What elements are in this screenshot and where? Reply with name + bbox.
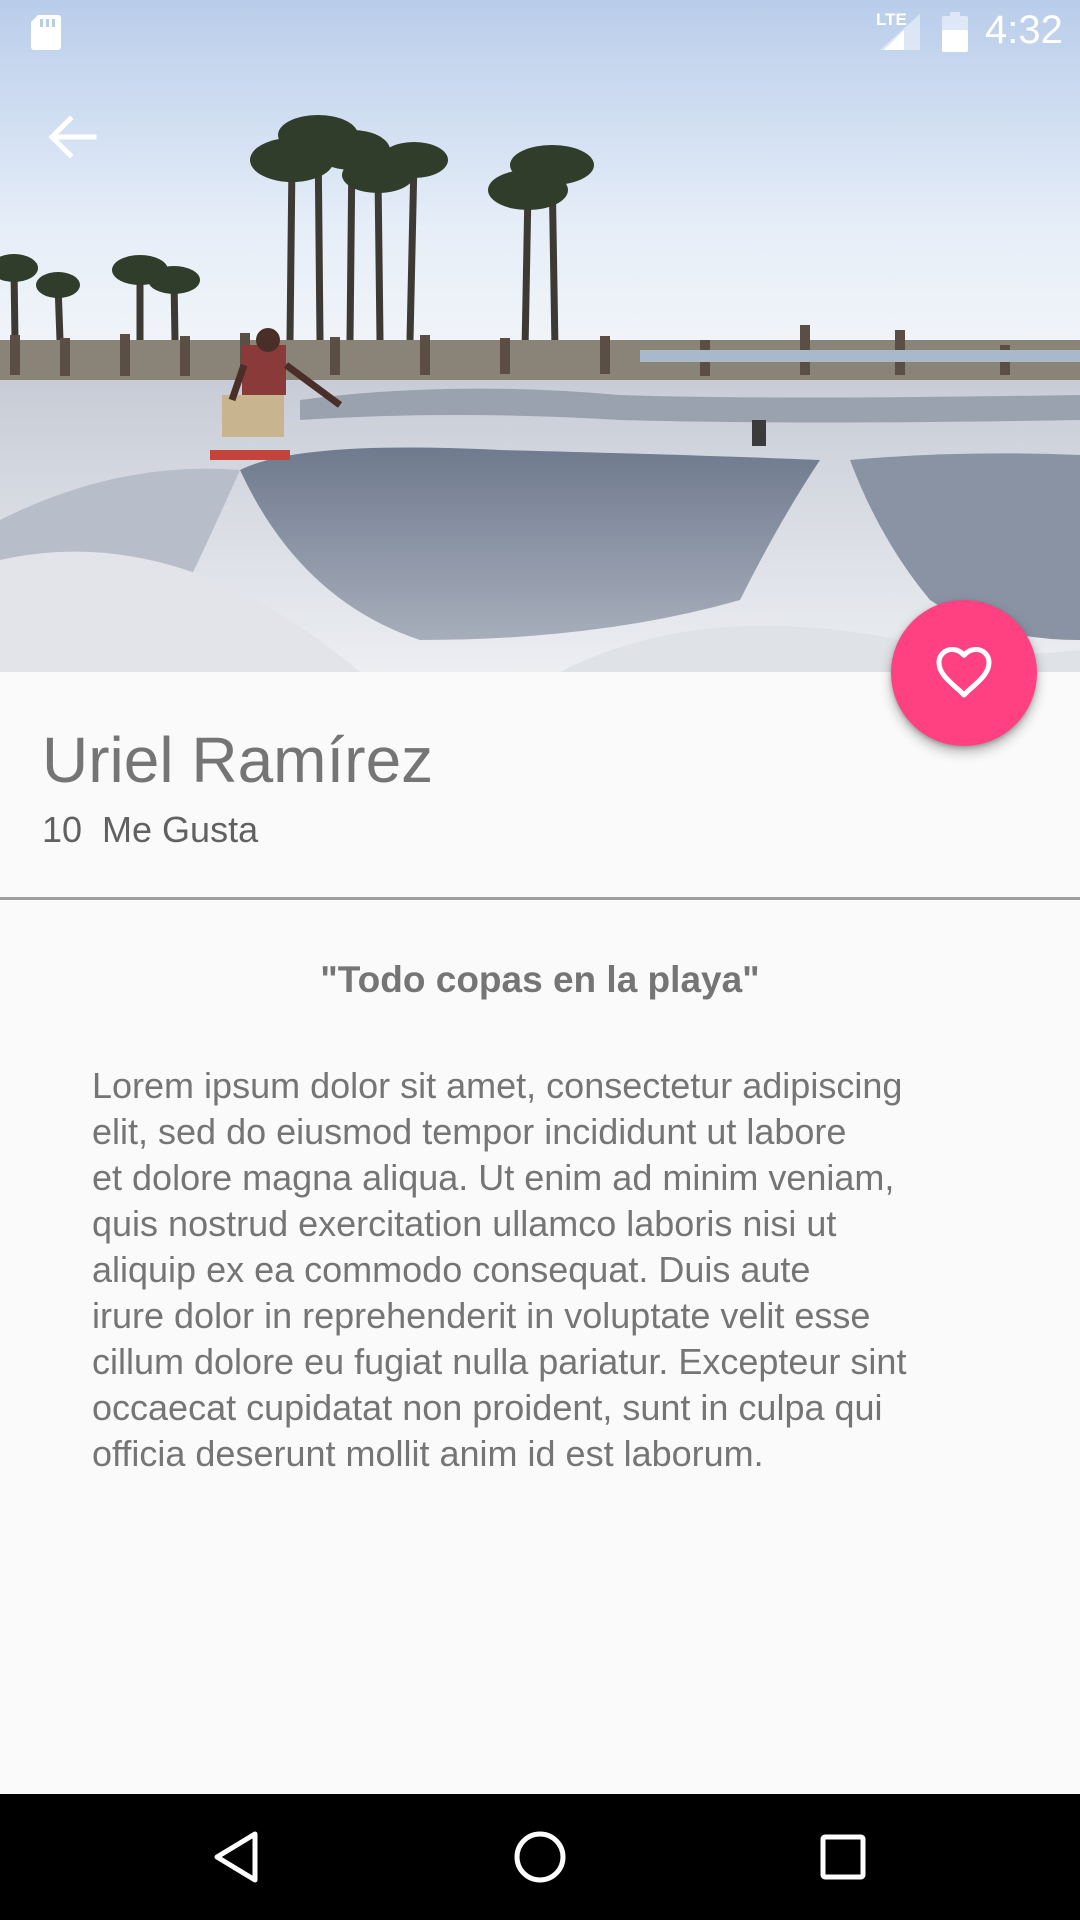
author-name: Uriel Ramírez	[42, 724, 434, 796]
post-body-line: cillum dolore eu fugiat nulla pariatur. …	[92, 1341, 907, 1382]
post-body-line: quis nostrud exercitation ullamco labori…	[92, 1203, 837, 1244]
arrow-back-icon	[48, 115, 97, 159]
section-divider	[0, 897, 1080, 900]
nav-home-button[interactable]	[505, 1822, 575, 1892]
post-body-line: occaecat cupidatat non proident, sunt in…	[92, 1387, 883, 1428]
heart-outline-icon	[936, 647, 992, 698]
post-body-line: Lorem ipsum dolor sit amet, consectetur …	[92, 1065, 903, 1106]
status-bar: LTE 4:32	[0, 0, 1080, 63]
post-body: Lorem ipsum dolor sit amet, consectetur …	[92, 1063, 997, 1477]
like-fab-button[interactable]	[891, 600, 1037, 746]
signal-icon	[880, 14, 920, 50]
status-clock: 4:32	[985, 8, 1063, 52]
post-title: "Todo copas en la playa"	[320, 959, 760, 1000]
home-circle-icon	[514, 1831, 566, 1883]
nav-recents-button[interactable]	[808, 1822, 878, 1892]
post-detail-screen: LTE 4:32 Uriel Ramírez 10 Me Gusta "Todo…	[0, 0, 1080, 1920]
back-button[interactable]	[38, 102, 108, 172]
nav-back-button[interactable]	[201, 1822, 271, 1892]
battery-icon	[942, 12, 968, 52]
post-body-line: irure dolor in reprehenderit in voluptat…	[92, 1295, 871, 1336]
post-body-line: aliquip ex ea commodo consequat. Duis au…	[92, 1249, 811, 1290]
hero-image	[0, 0, 1080, 672]
system-nav-bar	[0, 1794, 1080, 1920]
sd-card-icon	[31, 15, 61, 50]
likes-count: 10 Me Gusta	[42, 809, 259, 850]
post-body-line: et dolore magna aliqua. Ut enim ad minim…	[92, 1157, 895, 1198]
back-triangle-icon	[214, 1831, 258, 1883]
post-body-line: officia deserunt mollit anim id est labo…	[92, 1433, 764, 1474]
post-body-line: elit, sed do eiusmod tempor incididunt u…	[92, 1111, 847, 1152]
recents-square-icon	[820, 1834, 866, 1880]
